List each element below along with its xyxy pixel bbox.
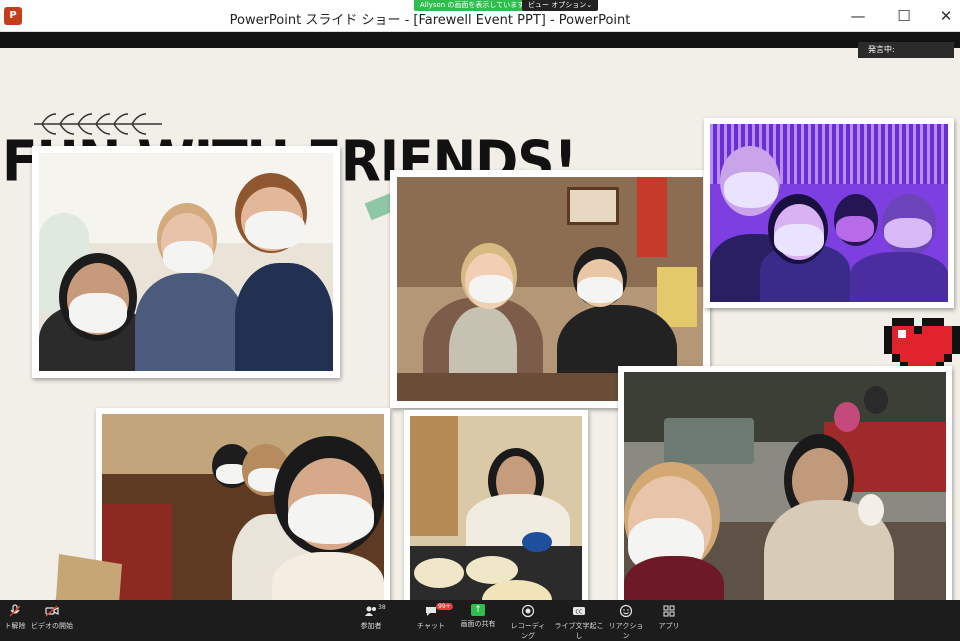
photo-theater: [96, 408, 390, 600]
live-transcript-button[interactable]: CC ライブ文字起こし: [554, 604, 604, 641]
unmute-button[interactable]: ト解除: [0, 604, 30, 631]
live-transcript-label: ライブ文字起こし: [554, 622, 604, 640]
minimize-button[interactable]: —: [848, 6, 868, 26]
chat-button[interactable]: 99+ チャット: [414, 603, 453, 631]
shared-screen-area: FUN WITH FRIENDS!: [0, 32, 960, 600]
record-label: レコーディング: [510, 622, 546, 640]
view-options-button[interactable]: ビュー オプション⌄: [522, 0, 599, 11]
record-button[interactable]: レコーディング: [508, 604, 548, 641]
participant-count: 38: [378, 604, 386, 611]
maximize-button[interactable]: ☐: [894, 6, 914, 26]
chat-label: チャット: [417, 622, 445, 630]
participants-label: 参加者: [360, 622, 382, 630]
cc-icon: CC: [572, 604, 586, 618]
meeting-toolbar: ト解除 ビデオの開始 38 参加者 99+ チャット ↑ 画面の共有 レコーディ…: [0, 600, 960, 640]
screen-share-badge: Allyson の画面を表示しています: [414, 0, 531, 11]
window-title: PowerPoint スライド ショー - [Farewell Event PP…: [229, 13, 631, 28]
participants-icon: [364, 604, 378, 618]
apps-label: アプリ: [658, 622, 680, 630]
mic-muted-icon: [8, 604, 22, 618]
photo-indoor-selfie: [32, 146, 340, 378]
participants-button[interactable]: 38 参加者: [354, 604, 388, 631]
chat-badge: 99+: [436, 603, 453, 610]
apps-icon: [662, 604, 676, 618]
share-screen-button[interactable]: ↑ 画面の共有: [458, 604, 498, 629]
start-video-label: ビデオの開始: [31, 622, 73, 630]
apps-button[interactable]: アプリ: [654, 604, 684, 631]
video-off-icon: [45, 604, 59, 618]
photo-okonomiyaki: [404, 410, 588, 600]
reaction-icon: [619, 604, 633, 618]
window-title-bar: P PowerPoint スライド ショー - [Farewell Event …: [0, 0, 960, 32]
unmute-label: ト解除: [4, 622, 26, 630]
svg-text:CC: CC: [576, 610, 583, 616]
start-video-button[interactable]: ビデオの開始: [30, 604, 74, 631]
close-button[interactable]: ✕: [936, 6, 956, 26]
photo-illumination: [704, 118, 954, 308]
slide: FUN WITH FRIENDS!: [0, 48, 960, 600]
speaking-indicator: 発言中:: [858, 42, 954, 58]
share-screen-label: 画面の共有: [460, 620, 496, 628]
reactions-button[interactable]: リアクション: [606, 604, 646, 641]
record-icon: [521, 604, 535, 618]
share-screen-icon: ↑: [471, 604, 485, 616]
photo-outdoor-cafe: [618, 366, 952, 600]
reactions-label: リアクション: [608, 622, 644, 640]
